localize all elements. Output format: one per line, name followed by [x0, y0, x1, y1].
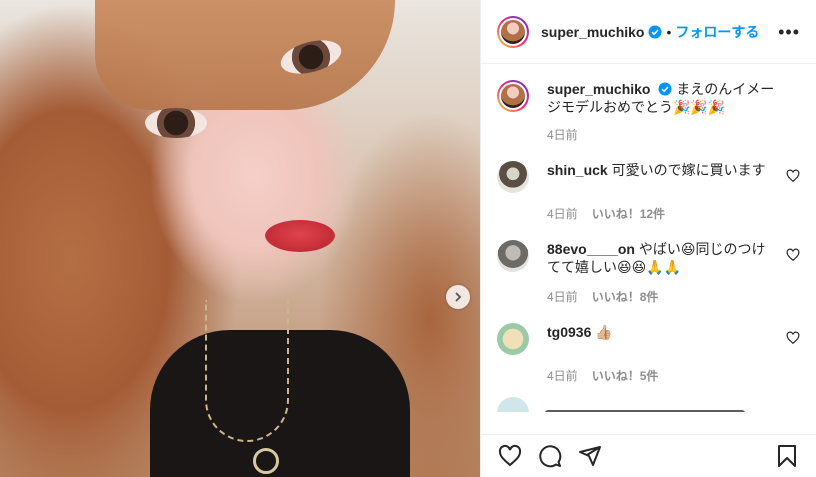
- caption-author-avatar[interactable]: [497, 80, 529, 112]
- header-separator: •: [666, 23, 672, 40]
- comment-item-partial: [497, 397, 800, 412]
- verified-badge-icon: [648, 25, 662, 38]
- comment-timestamp[interactable]: 4日前: [547, 207, 578, 221]
- share-icon: [579, 446, 601, 466]
- verified-badge-icon: [658, 82, 672, 96]
- caption-author-avatar-image: [499, 82, 527, 110]
- save-icon: [778, 445, 796, 467]
- comment-item: 88evo____on やばい😆同じのつけてて嬉しい😆😆🙏🙏: [497, 240, 800, 276]
- comment-body: shin_uck 可愛いので嫁に買います: [547, 161, 767, 179]
- comment-icon: [539, 445, 562, 468]
- save-button[interactable]: [774, 443, 800, 469]
- comment-likes[interactable]: いいね！8件: [592, 290, 659, 304]
- follow-button[interactable]: フォローする: [675, 22, 759, 42]
- comment-meta: 4日前 いいね！8件: [547, 288, 800, 305]
- caption-text-block: super_muchiko まえのんイメージモデルおめでとう🎉🎉🎉: [547, 80, 787, 116]
- heart-icon[interactable]: [786, 248, 800, 262]
- next-arrow-button[interactable]: [446, 285, 470, 309]
- commenter-avatar[interactable]: [497, 323, 529, 355]
- author-username[interactable]: super_muchiko: [541, 24, 644, 40]
- comment-item: shin_uck 可愛いので嫁に買います: [497, 161, 800, 193]
- like-button[interactable]: [497, 443, 523, 469]
- comment-meta: 4日前 いいね！5件: [547, 367, 800, 384]
- post-photo[interactable]: [0, 0, 480, 477]
- post-actions-bar: [481, 434, 816, 477]
- comment-timestamp[interactable]: 4日前: [547, 290, 578, 304]
- photo-lips: [265, 220, 335, 252]
- photo-pendant: [253, 448, 279, 474]
- heart-icon[interactable]: [786, 169, 800, 183]
- more-options-icon[interactable]: •••: [778, 23, 800, 41]
- photo-necklace: [205, 300, 289, 442]
- comment-timestamp[interactable]: 4日前: [547, 369, 578, 383]
- author-avatar[interactable]: [497, 15, 529, 48]
- comment-body: 88evo____on やばい😆同じのつけてて嬉しい😆😆🙏🙏: [547, 240, 767, 276]
- author-avatar-image: [499, 17, 527, 46]
- caption-username[interactable]: super_muchiko: [547, 81, 650, 97]
- next-arrow-icon: [455, 292, 462, 302]
- instagram-post-modal: super_muchiko • フォローする ••• super_muchiko…: [0, 0, 816, 477]
- comment-body: tg0936 👍🏼: [547, 323, 767, 341]
- comment-button[interactable]: [537, 443, 563, 469]
- comment-item: tg0936 👍🏼: [497, 323, 800, 355]
- comment-text: 可愛いので嫁に買います: [611, 162, 766, 178]
- comment-text: 👍🏼: [595, 324, 613, 340]
- heart-icon[interactable]: [786, 331, 800, 345]
- post-header: super_muchiko • フォローする •••: [481, 0, 816, 64]
- photo-eye-left: [145, 108, 207, 138]
- comment-meta: 4日前 いいね！12件: [547, 205, 800, 222]
- photo-hair: [95, 0, 395, 110]
- post-caption: super_muchiko まえのんイメージモデルおめでとう🎉🎉🎉: [497, 80, 800, 116]
- comment-text-cutoff: [545, 410, 745, 412]
- share-button[interactable]: [577, 443, 603, 469]
- caption-timestamp[interactable]: 4日前: [547, 126, 800, 143]
- like-icon: [498, 444, 522, 467]
- comments-list[interactable]: super_muchiko まえのんイメージモデルおめでとう🎉🎉🎉 4日前 sh…: [481, 64, 816, 412]
- comment-likes[interactable]: いいね！5件: [592, 369, 659, 383]
- comment-username[interactable]: tg0936: [547, 324, 591, 340]
- commenter-avatar[interactable]: [497, 397, 529, 412]
- commenter-avatar[interactable]: [497, 161, 529, 193]
- comment-username[interactable]: shin_uck: [547, 162, 608, 178]
- post-side-panel: super_muchiko • フォローする ••• super_muchiko…: [480, 0, 816, 477]
- commenter-avatar[interactable]: [497, 240, 529, 272]
- comment-likes[interactable]: いいね！12件: [592, 207, 665, 221]
- comment-username[interactable]: 88evo____on: [547, 241, 635, 257]
